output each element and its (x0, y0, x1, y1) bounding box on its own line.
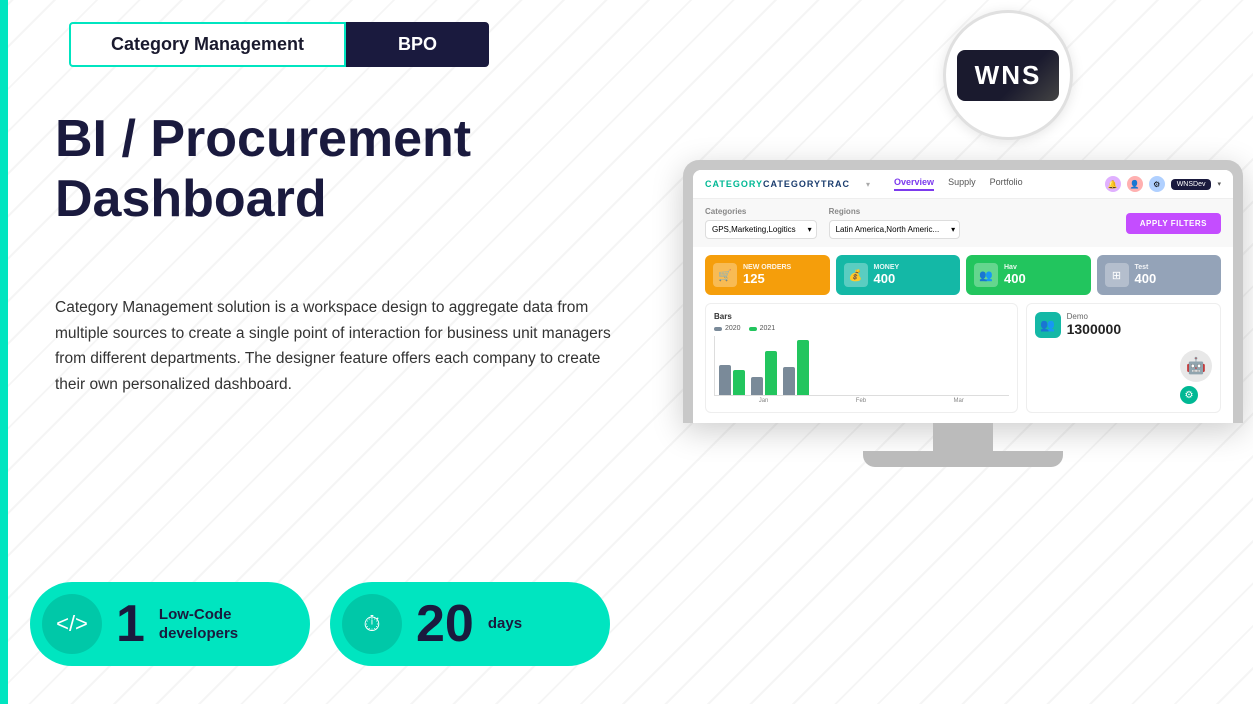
nav-icon-bell[interactable]: 🔔 (1105, 176, 1121, 192)
tab-bpo-label: BPO (398, 34, 437, 54)
bar-group-jan (719, 365, 745, 395)
bar-chart (714, 336, 1009, 396)
kpi-grid-icon: ⊞ (1105, 263, 1129, 287)
kpi-demo-icon: 👥 (1035, 312, 1061, 338)
kpi-hav: 👥 Hav 400 (966, 255, 1091, 295)
tab-bpo[interactable]: BPO (346, 22, 489, 67)
monitor-stand (683, 423, 1243, 467)
x-label-mar: Mar (954, 398, 964, 404)
gear-button[interactable]: ⚙ (1180, 386, 1198, 404)
x-label-jan: Jan (759, 398, 769, 404)
monitor-container: CATEGORYCATEGORYTRAC ▾ Overview Supply P… (683, 160, 1243, 467)
kpi-label-1: MONEY (874, 264, 953, 271)
timer-icon-circle: ⏱ (342, 594, 402, 654)
chart-title: Bars (714, 312, 1009, 321)
kpi-users-icon: 👥 (974, 263, 998, 287)
kpi-value-2: 400 (1004, 271, 1083, 286)
kpi-cards: 🛒 NEW ORDERS 125 💰 MONEY 400 👥 (693, 247, 1233, 303)
legend-2021: 2021 (749, 325, 776, 332)
regions-select[interactable]: Latin America,North Americ... ▾ (829, 220, 961, 239)
kpi-cart-icon: 🛒 (713, 263, 737, 287)
stat-number-1: 1 (116, 598, 145, 650)
kpi-label-3: Test (1135, 264, 1214, 271)
regions-label: Regions (829, 207, 961, 216)
kpi-value-3: 400 (1135, 271, 1214, 286)
monitor-screen: CATEGORYCATEGORYTRAC ▾ Overview Supply P… (693, 170, 1233, 423)
categories-select[interactable]: GPS,Marketing,Logitics ▾ (705, 220, 817, 239)
stand-neck (933, 423, 993, 451)
nav-icon-user[interactable]: 👤 (1127, 176, 1143, 192)
dashboard-bottom: Bars 2020 2021 (693, 303, 1233, 423)
stat-lowcode: </> 1 Low-Code developers (30, 582, 310, 666)
kpi-label-0: NEW ORDERS (743, 264, 822, 271)
dashboard-filters: Categories GPS,Marketing,Logitics ▾ Regi… (693, 199, 1233, 247)
nav-tab-overview[interactable]: Overview (894, 177, 934, 191)
legend-dot-2021 (749, 327, 757, 331)
kpi-money-icon: 💰 (844, 263, 868, 287)
nav-tab-portfolio[interactable]: Portfolio (990, 177, 1023, 191)
apply-filters-button[interactable]: APPLY FILTERS (1126, 213, 1221, 234)
kpi-value-1: 400 (874, 271, 953, 286)
nav-icons: 🔔 👤 ⚙ WNSDev ▾ (1105, 176, 1221, 192)
bar-jan-2021 (733, 370, 745, 395)
bar-mar-2020 (783, 367, 795, 395)
wns-logo-circle: WNS (943, 10, 1073, 140)
stats-row: </> 1 Low-Code developers ⏱ 20 days (30, 582, 610, 666)
x-label-feb: Feb (856, 398, 866, 404)
kpi-new-orders: 🛒 NEW ORDERS 125 (705, 255, 830, 295)
main-heading: BI / Procurement Dashboard (55, 110, 471, 230)
legend-dot-2020 (714, 327, 722, 331)
nav-tab-supply[interactable]: Supply (948, 177, 976, 191)
categories-filter: Categories GPS,Marketing,Logitics ▾ (705, 207, 817, 239)
heading-line1: BI / Procurement (55, 110, 471, 168)
categories-dropdown-arrow: ▾ (808, 225, 812, 234)
bar-group-feb (751, 351, 777, 395)
kpi-label-2: Hav (1004, 264, 1083, 271)
description-text: Category Management solution is a worksp… (55, 295, 615, 397)
heading-line2: Dashboard (55, 170, 327, 228)
wns-logo-text: WNS (957, 50, 1060, 101)
chart-x-labels: Jan Feb Mar (714, 396, 1009, 404)
header-tabs: Category Management BPO (69, 22, 489, 67)
monitor-body: CATEGORYCATEGORYTRAC ▾ Overview Supply P… (683, 160, 1243, 423)
timer-icon: ⏱ (363, 611, 380, 637)
kpi-value-0: 125 (743, 271, 822, 286)
bar-feb-2020 (751, 377, 763, 395)
code-icon: </> (56, 611, 88, 637)
legend-2020: 2020 (714, 325, 741, 332)
tab-category-label: Category Management (111, 34, 304, 54)
bar-feb-2021 (765, 351, 777, 395)
stat-number-2: 20 (416, 598, 474, 650)
kpi-demo-label: Demo (1067, 312, 1122, 321)
dashboard-nav: CATEGORYCATEGORYTRAC ▾ Overview Supply P… (693, 170, 1233, 199)
bar-group-mar (783, 340, 809, 395)
chart-legend: 2020 2021 (714, 325, 1009, 332)
nav-icon-settings[interactable]: ⚙ (1149, 176, 1165, 192)
stand-base (863, 451, 1063, 467)
regions-dropdown-arrow: ▾ (951, 225, 955, 234)
stat-label-2: days (488, 614, 522, 634)
stat-days: ⏱ 20 days (330, 582, 610, 666)
code-icon-circle: </> (42, 594, 102, 654)
bar-jan-2020 (719, 365, 731, 395)
kpi-demo-value: 1300000 (1067, 321, 1122, 337)
nav-dropdown-btn[interactable]: ▾ (1217, 180, 1221, 188)
nav-brand-badge: WNSDev (1171, 179, 1212, 190)
kpi-demo: 👥 Demo 1300000 🤖 ⚙ (1026, 303, 1221, 413)
kpi-test: ⊞ Test 400 (1097, 255, 1222, 295)
tab-category-management[interactable]: Category Management (69, 22, 346, 67)
chatbot-area: 🤖 ⚙ (1180, 350, 1212, 404)
dashboard-nav-tabs: Overview Supply Portfolio (894, 177, 1023, 191)
bar-mar-2021 (797, 340, 809, 395)
nav-dropdown-arrow: ▾ (866, 180, 870, 189)
categories-label: Categories (705, 207, 817, 216)
bar-chart-card: Bars 2020 2021 (705, 303, 1018, 413)
dashboard-logo: CATEGORYCATEGORYTRAC (705, 179, 850, 189)
stat-label-1: Low-Code developers (159, 605, 238, 644)
regions-filter: Regions Latin America,North Americ... ▾ (829, 207, 961, 239)
chatbot-icon[interactable]: 🤖 (1180, 350, 1212, 382)
left-accent-bar (0, 0, 8, 704)
bar-chart-wrapper: Jan Feb Mar (714, 336, 1009, 404)
kpi-money: 💰 MONEY 400 (836, 255, 961, 295)
